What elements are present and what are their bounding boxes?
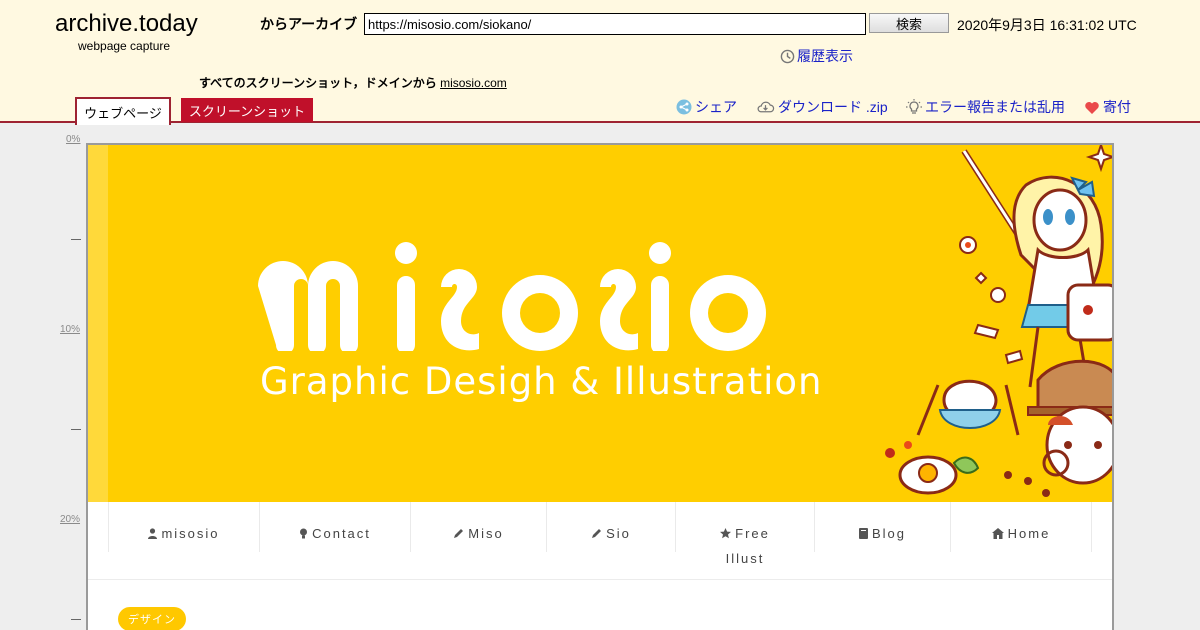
pencil-icon (454, 529, 464, 538)
share-label: シェア (695, 99, 737, 115)
site-tagline: Graphic Desigh & Illustration (260, 360, 823, 403)
donate-label: 寄付 (1103, 99, 1131, 115)
nav-label: Contact (312, 526, 371, 541)
misosio-logo: misosio (258, 242, 766, 351)
capture-timestamp: 2020年9月3日 16:31:02 UTC (957, 17, 1137, 33)
ruler-label-10[interactable]: 10% (60, 324, 80, 335)
site-banner[interactable]: misosio (88, 145, 1112, 502)
clock-icon (780, 49, 795, 63)
cloud-download-icon (757, 101, 775, 113)
nav-item-free-illust[interactable]: Free Illust (675, 502, 814, 566)
all-screenshots-line: すべてのスクリーンショット，ドメインから misosio.com (199, 74, 507, 91)
ruler-label-20[interactable]: 20% (60, 514, 80, 525)
ruler-tick (71, 429, 81, 430)
lightbulb-icon (300, 528, 308, 539)
share-link[interactable]: シェア (676, 97, 737, 117)
brand-title[interactable]: archive.today (55, 11, 198, 37)
url-input[interactable] (364, 13, 866, 35)
donate-link[interactable]: 寄付 (1084, 97, 1131, 117)
archive-header: archive.today webpage capture からアーカイブ 検索… (0, 0, 1200, 125)
ruler-tick (71, 619, 81, 620)
nav-item-misosio[interactable]: misosio (108, 502, 259, 552)
report-link[interactable]: エラー報告または乱用 (906, 97, 1065, 117)
report-label: エラー報告または乱用 (925, 99, 1065, 115)
heart-icon (1085, 101, 1099, 114)
ruler-tick (71, 239, 81, 240)
pencil-icon (592, 529, 602, 538)
all-screenshots-text: すべてのスクリーンショット，ドメインから (199, 76, 437, 90)
nav-label: misosio (161, 526, 220, 541)
download-link[interactable]: ダウンロード .zip (756, 97, 888, 117)
star-icon (720, 528, 732, 539)
nav-item-home[interactable]: Home (950, 502, 1092, 552)
domain-link[interactable]: misosio.com (440, 76, 507, 90)
brand-subtitle: webpage capture (78, 39, 171, 53)
site-nav: misosio Contact Miso Sio Free Illust Blog… (88, 502, 1112, 580)
nav-item-contact[interactable]: Contact (259, 502, 410, 552)
download-label: ダウンロード .zip (778, 99, 888, 115)
captured-page: misosio (86, 143, 1114, 630)
history-label: 履歴表示 (797, 48, 853, 64)
book-icon (858, 528, 868, 539)
nav-item-sio[interactable]: Sio (546, 502, 675, 552)
share-icon (676, 99, 692, 115)
home-icon (991, 528, 1004, 539)
character-illustration (885, 145, 1112, 497)
lightbulb-icon (906, 99, 922, 114)
nav-label: Home (1007, 526, 1051, 541)
nav-item-blog[interactable]: Blog (814, 502, 950, 552)
user-icon (148, 528, 158, 539)
tab-screenshot[interactable]: スクリーンショット (181, 98, 313, 122)
ruler-label-0[interactable]: 0% (66, 134, 80, 145)
archive-from-label: からアーカイブ (260, 16, 358, 32)
banner-strip (88, 145, 108, 502)
nav-label: Miso (468, 526, 504, 541)
nav-label-line2: Illust (725, 551, 765, 566)
nav-item-miso[interactable]: Miso (410, 502, 546, 552)
search-button[interactable]: 検索 (869, 13, 949, 33)
tab-webpage[interactable]: ウェブページ (75, 97, 171, 125)
history-link[interactable]: 履歴表示 (780, 46, 853, 66)
nav-label: Free (735, 526, 770, 541)
nav-label: Blog (871, 526, 907, 541)
category-badge[interactable]: デザイン (118, 607, 186, 630)
nav-label: Sio (606, 526, 631, 541)
